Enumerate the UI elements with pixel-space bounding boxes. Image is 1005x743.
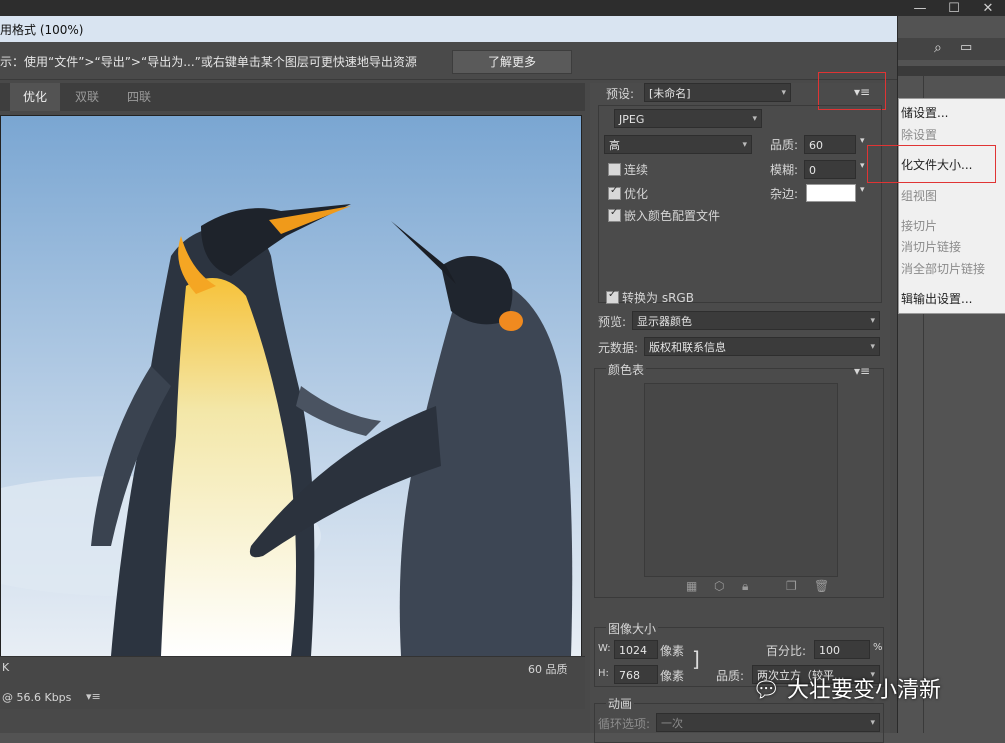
color-table-area[interactable]	[644, 383, 838, 577]
file-size-text: K	[2, 661, 10, 674]
add-color-icon[interactable]: ❐	[786, 579, 797, 593]
width-label: W:	[598, 643, 611, 654]
optimized-checkbox[interactable]	[608, 185, 621, 200]
tab-original[interactable]	[0, 83, 10, 111]
matte-color-swatch[interactable]	[806, 184, 856, 202]
optimize-menu: 储设置... 除设置 化文件大小... 组视图 接切片 消切片链接 消全部切片链…	[898, 98, 1005, 314]
quality-label: 品质:	[770, 138, 799, 152]
optimized-label: 优化	[624, 187, 649, 201]
hint-text: 示：使用“文件”>“导出”>“导出为...”或右键单击某个图层可更快速地导出资源	[0, 55, 417, 69]
preview-label: 预览:	[598, 315, 627, 329]
blur-input[interactable]: 0	[804, 160, 856, 179]
metadata-label: 元数据:	[598, 341, 639, 355]
watermark-text: 大壮要变小清新	[786, 678, 941, 703]
resample-quality-label: 品质:	[716, 669, 745, 683]
height-input[interactable]: 768	[614, 665, 658, 684]
dialog-title: 用格式 (100%)	[0, 23, 84, 37]
tab-2-up[interactable]: 双联	[62, 83, 112, 111]
width-unit: 像素	[660, 644, 685, 658]
dialog-title-bar: 用格式 (100%)	[0, 16, 897, 42]
color-table-title: 颜色表	[606, 361, 647, 378]
tab-optimized[interactable]: 优化	[10, 83, 60, 111]
loop-select[interactable]: 一次 ▾	[656, 713, 880, 732]
hint-bar: 示：使用“文件”>“导出”>“导出为...”或右键单击某个图层可更快速地导出资源…	[0, 42, 897, 80]
search-icon[interactable]: ⌕	[934, 40, 942, 56]
wechat-icon: 💬︎	[752, 678, 780, 703]
width-input[interactable]: 1024	[614, 640, 658, 659]
menu-item-link-slices[interactable]: 接切片	[901, 217, 937, 234]
settings-panel: 预设: [未命名] ▾ ▾≡ JPEG ▾ 高 ▾ 品质: 60 ▾ 连续 模糊: 0…	[590, 72, 890, 743]
progressive-checkbox[interactable]	[608, 163, 621, 176]
matte-dropdown-icon[interactable]: ▾	[860, 185, 865, 195]
delete-icon[interactable]: 🗑︎	[814, 579, 829, 593]
menu-item-edit-output-settings[interactable]: 辑输出设置...	[901, 290, 972, 307]
view-tabs: 优化 双联 四联	[0, 83, 585, 111]
convert-srgb-checkbox[interactable]	[606, 289, 619, 304]
quality-input[interactable]: 60	[804, 135, 856, 154]
panel-toolbar: ⌕ ▭	[898, 38, 1005, 60]
preset-select[interactable]: [未命名] ▾	[644, 83, 791, 102]
embed-profile-checkbox[interactable]	[608, 207, 621, 222]
preset-label: 预设:	[606, 87, 635, 101]
percent-label: 百分比:	[766, 644, 807, 658]
lock-icon[interactable]: 🔒︎	[742, 579, 748, 594]
info-menu-icon[interactable]: ▾≡	[86, 690, 101, 703]
blur-label: 模糊:	[770, 163, 799, 177]
color-table-menu-icon[interactable]: ▾≡	[854, 364, 870, 378]
map-color-icon[interactable]: ▦	[686, 579, 697, 593]
progressive-label: 连续	[624, 163, 649, 177]
animation-title: 动画	[606, 695, 635, 712]
highlight-box-optimize	[867, 145, 996, 183]
height-unit: 像素	[660, 669, 685, 683]
menu-item-unlink-slice[interactable]: 消切片链接	[901, 238, 961, 255]
menu-item-delete-settings[interactable]: 除设置	[901, 126, 937, 143]
menu-item-repopulate-views[interactable]: 组视图	[901, 187, 937, 204]
image-preview[interactable]	[0, 115, 582, 657]
learn-more-button[interactable]: 了解更多	[452, 50, 572, 74]
link-icon[interactable]: ]	[692, 647, 700, 671]
matte-label: 杂边:	[770, 187, 799, 201]
convert-srgb-label: 转换为 sRGB	[622, 291, 694, 305]
tab-4-up[interactable]: 四联	[114, 83, 164, 111]
image-info-bar: K @ 56.6 Kbps ▾≡ 60 品质	[0, 656, 585, 709]
collapse-bar[interactable]	[898, 66, 1005, 76]
download-time-text: @ 56.6 Kbps	[2, 691, 72, 704]
preview-select[interactable]: 显示器颜色 ▾	[632, 311, 880, 330]
blur-dropdown-icon[interactable]: ▾	[860, 161, 865, 171]
menu-item-unlink-all-slices[interactable]: 消全部切片链接	[901, 260, 985, 277]
metadata-select[interactable]: 版权和联系信息 ▾	[644, 337, 880, 356]
embed-profile-label: 嵌入颜色配置文件	[624, 209, 721, 223]
quality-dropdown-icon[interactable]: ▾	[860, 136, 865, 146]
workspace-icon[interactable]: ▭	[960, 40, 972, 55]
penguins-image	[1, 116, 581, 656]
percent-unit: %	[873, 642, 883, 653]
menu-item-save-settings[interactable]: 储设置...	[901, 104, 948, 121]
percent-input[interactable]: 100	[814, 640, 870, 659]
watermark: 💬︎ 大壮要变小清新	[752, 672, 941, 704]
app-menu-bar: — ☐ ✕	[0, 0, 1005, 16]
loop-label: 循环选项:	[598, 717, 651, 731]
quality-text: 60 品质	[528, 663, 568, 676]
web-shift-icon[interactable]: ⬡	[714, 579, 724, 593]
save-for-web-dialog: 用格式 (100%) 示：使用“文件”>“导出”>“导出为...”或右键单击某个…	[0, 16, 898, 743]
format-select[interactable]: JPEG ▾	[614, 109, 762, 128]
height-label: H:	[598, 668, 609, 679]
quality-level-select[interactable]: 高 ▾	[604, 135, 752, 154]
image-size-title: 图像大小	[606, 620, 659, 637]
